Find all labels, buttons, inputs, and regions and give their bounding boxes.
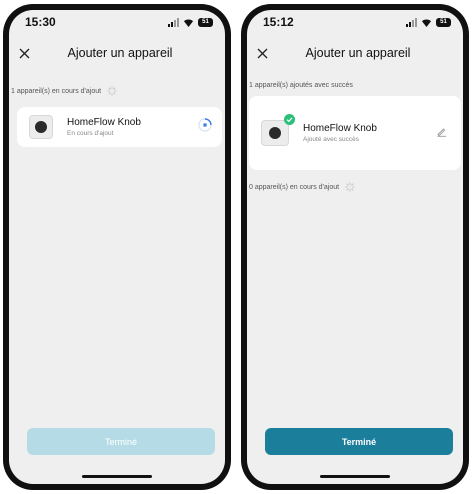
page-title: Ajouter un appareil	[67, 46, 173, 60]
device-thumbnail	[29, 115, 53, 139]
edit-icon	[437, 128, 446, 137]
device-info: HomeFlow Knob Ajouté avec succès	[303, 123, 436, 143]
battery-icon: 51	[198, 17, 213, 27]
home-indicator	[82, 475, 152, 478]
screen-adding: 15:30 51 Ajouter un appareil 1 appareil(…	[9, 10, 225, 484]
status-icons: 51	[168, 17, 213, 27]
close-button[interactable]	[15, 44, 33, 62]
device-name: HomeFlow Knob	[67, 117, 141, 128]
device-status: Ajouté avec succès	[303, 136, 360, 143]
spinner-icon	[345, 182, 355, 192]
wifi-icon	[183, 18, 194, 27]
nav-bar: Ajouter un appareil	[247, 40, 463, 66]
phone-frame-right: 15:12 51 Ajouter un appareil 1 appareil(…	[241, 4, 469, 490]
device-status: En cours d'ajout	[67, 130, 114, 137]
signal-icon	[168, 17, 179, 27]
success-section-label: 1 appareil(s) ajoutés avec succès	[249, 82, 353, 89]
pending-count-label: 0 appareil(s) en cours d'ajout	[249, 183, 340, 191]
done-button[interactable]: Terminé	[265, 428, 453, 455]
close-icon	[19, 48, 29, 58]
close-button[interactable]	[253, 44, 271, 62]
done-button-disabled[interactable]: Terminé	[27, 428, 215, 455]
status-bar: 15:30 51	[9, 10, 225, 34]
wifi-icon	[421, 18, 432, 27]
page-title: Ajouter un appareil	[305, 46, 411, 60]
status-bar: 15:12 51	[247, 10, 463, 34]
battery-icon: 51	[436, 17, 451, 27]
spinner-icon	[107, 86, 117, 96]
home-indicator	[320, 475, 390, 478]
phone-frame-left: 15:30 51 Ajouter un appareil 1 appareil(…	[3, 4, 231, 490]
status-time: 15:30	[25, 15, 56, 29]
device-thumbnail	[261, 114, 295, 146]
signal-icon	[406, 17, 417, 27]
device-info: HomeFlow Knob En cours d'ajout	[67, 117, 198, 137]
close-icon	[257, 48, 267, 58]
adding-count-label: 1 appareil(s) en cours d'ajout	[11, 87, 102, 95]
device-card[interactable]: HomeFlow Knob Ajouté avec succès	[249, 96, 461, 170]
success-count-label: 1 appareil(s) ajoutés avec succès	[249, 82, 353, 89]
edit-button[interactable]	[436, 124, 447, 142]
progress-indicator	[198, 117, 212, 137]
device-card[interactable]: HomeFlow Knob En cours d'ajout	[17, 107, 222, 147]
progress-icon	[198, 117, 212, 132]
pending-section-label: 0 appareil(s) en cours d'ajout	[249, 182, 355, 192]
nav-bar: Ajouter un appareil	[9, 40, 225, 66]
device-name: HomeFlow Knob	[303, 123, 377, 134]
status-icons: 51	[406, 17, 451, 27]
status-time: 15:12	[263, 15, 294, 29]
adding-section-label: 1 appareil(s) en cours d'ajout	[11, 86, 117, 96]
screen-success: 15:12 51 Ajouter un appareil 1 appareil(…	[247, 10, 463, 484]
check-badge-icon	[284, 114, 295, 125]
